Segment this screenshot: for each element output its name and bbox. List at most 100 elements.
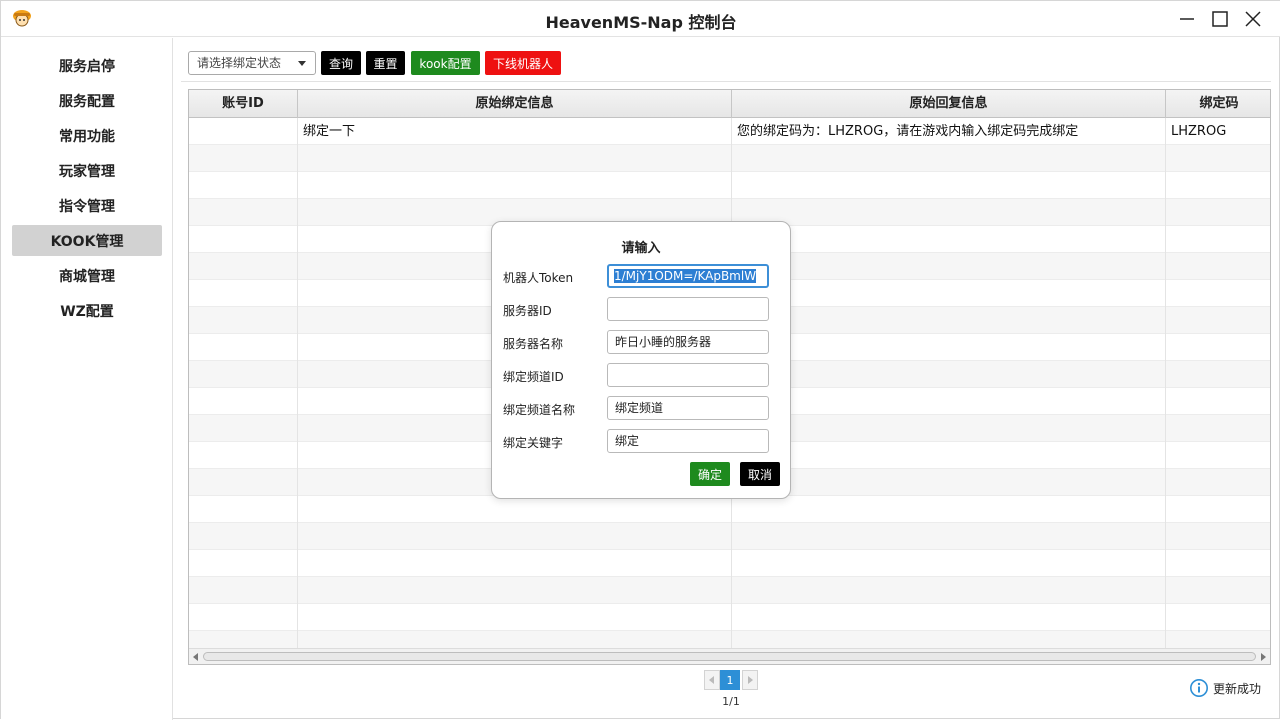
cell-reply-info: 您的绑定码为：LHZROG，请在游戏内输入绑定码完成绑定 — [732, 118, 1166, 145]
empty-table-row — [189, 172, 1270, 199]
empty-cell — [1166, 523, 1270, 550]
empty-cell — [298, 496, 732, 523]
empty-table-row — [189, 496, 1270, 523]
prev-page-button[interactable] — [704, 670, 720, 690]
horizontal-scrollbar[interactable] — [189, 648, 1270, 664]
sidebar-item-service-control[interactable]: 服务启停 — [12, 50, 162, 81]
empty-cell — [1166, 388, 1270, 415]
empty-cell — [189, 226, 298, 253]
info-icon — [1190, 679, 1208, 697]
sidebar: 服务启停 服务配置 常用功能 玩家管理 指令管理 KOOK管理 商城管理 WZ配… — [1, 38, 173, 720]
cancel-button[interactable]: 取消 — [740, 462, 780, 486]
chevron-down-icon — [298, 61, 306, 66]
empty-cell — [1166, 334, 1270, 361]
empty-cell — [1166, 469, 1270, 496]
chevron-right-icon — [748, 676, 753, 684]
empty-cell — [732, 550, 1166, 577]
minimize-icon[interactable] — [1173, 7, 1201, 31]
channel-name-label: 绑定频道名称 — [503, 403, 576, 417]
empty-cell — [732, 577, 1166, 604]
empty-cell — [732, 388, 1166, 415]
scroll-right-icon[interactable] — [1261, 653, 1266, 661]
token-value: 1/MjY1ODM=/KApBmlW — [614, 269, 757, 283]
channel-id-input[interactable] — [607, 363, 769, 387]
empty-cell — [732, 604, 1166, 631]
empty-cell — [189, 334, 298, 361]
page-1-button[interactable]: 1 — [720, 670, 740, 690]
sidebar-item-service-config[interactable]: 服务配置 — [12, 85, 162, 116]
server-name-input[interactable]: 昨日小睡的服务器 — [607, 330, 769, 354]
kook-config-button[interactable]: kook配置 — [411, 51, 480, 75]
empty-cell — [732, 334, 1166, 361]
input-dialog: 请输入 机器人Token 1/MjY1ODM=/KApBmlW 服务器ID 服务… — [491, 221, 791, 499]
empty-cell — [732, 496, 1166, 523]
empty-cell — [732, 253, 1166, 280]
empty-cell — [1166, 172, 1270, 199]
empty-cell — [732, 415, 1166, 442]
column-header-bind-code[interactable]: 绑定码 — [1166, 90, 1270, 118]
column-header-bind-info[interactable]: 原始绑定信息 — [298, 90, 732, 118]
bind-status-placeholder: 请选择绑定状态 — [197, 56, 282, 70]
sidebar-item-label: 服务配置 — [59, 93, 115, 110]
query-button[interactable]: 查询 — [321, 51, 361, 75]
status-message: 更新成功 — [1189, 678, 1261, 698]
empty-cell — [732, 523, 1166, 550]
close-icon[interactable] — [1239, 7, 1267, 31]
empty-cell — [298, 577, 732, 604]
server-id-label: 服务器ID — [503, 304, 552, 318]
empty-cell — [189, 388, 298, 415]
empty-cell — [1166, 145, 1270, 172]
scrollbar-thumb[interactable] — [203, 652, 1256, 661]
maximize-icon[interactable] — [1206, 7, 1234, 31]
empty-cell — [732, 307, 1166, 334]
token-input[interactable]: 1/MjY1ODM=/KApBmlW — [607, 264, 769, 288]
offline-bot-button[interactable]: 下线机器人 — [485, 51, 561, 75]
bind-status-select[interactable]: 请选择绑定状态 — [188, 51, 316, 75]
empty-cell — [189, 496, 298, 523]
next-page-button[interactable] — [742, 670, 758, 690]
empty-cell — [1166, 307, 1270, 334]
sidebar-item-label: 常用功能 — [59, 128, 115, 145]
empty-cell — [732, 442, 1166, 469]
table-header: 账号ID 原始绑定信息 原始回复信息 绑定码 — [189, 90, 1270, 118]
empty-table-row — [189, 523, 1270, 550]
empty-table-row — [189, 577, 1270, 604]
empty-cell — [189, 550, 298, 577]
empty-cell — [1166, 280, 1270, 307]
empty-cell — [1166, 577, 1270, 604]
title-bar: HeavenMS-Nap 控制台 — [1, 1, 1280, 37]
empty-cell — [189, 145, 298, 172]
ok-button[interactable]: 确定 — [690, 462, 730, 486]
sidebar-item-label: KOOK管理 — [50, 233, 124, 250]
server-id-input[interactable] — [607, 297, 769, 321]
sidebar-item-command-management[interactable]: 指令管理 — [12, 190, 162, 221]
empty-table-row — [189, 145, 1270, 172]
server-name-label: 服务器名称 — [503, 337, 564, 351]
empty-cell — [1166, 199, 1270, 226]
empty-cell — [732, 145, 1166, 172]
sidebar-item-common-functions[interactable]: 常用功能 — [12, 120, 162, 151]
empty-cell — [732, 469, 1166, 496]
scroll-left-icon[interactable] — [193, 653, 198, 661]
table-row[interactable]: 绑定一下 您的绑定码为：LHZROG，请在游戏内输入绑定码完成绑定 LHZROG — [189, 118, 1270, 145]
reset-button[interactable]: 重置 — [366, 51, 405, 75]
empty-cell — [1166, 361, 1270, 388]
keyword-input[interactable]: 绑定 — [607, 429, 769, 453]
sidebar-item-wz-config[interactable]: WZ配置 — [12, 295, 162, 326]
empty-cell — [1166, 253, 1270, 280]
toolbar-divider — [181, 81, 1271, 82]
empty-cell — [732, 226, 1166, 253]
empty-cell — [298, 145, 732, 172]
column-header-reply-info[interactable]: 原始回复信息 — [732, 90, 1166, 118]
empty-cell — [189, 469, 298, 496]
sidebar-item-shop-management[interactable]: 商城管理 — [12, 260, 162, 291]
empty-cell — [189, 307, 298, 334]
empty-cell — [189, 280, 298, 307]
status-text: 更新成功 — [1213, 681, 1262, 696]
column-header-account-id[interactable]: 账号ID — [189, 90, 298, 118]
sidebar-item-player-management[interactable]: 玩家管理 — [12, 155, 162, 186]
empty-cell — [189, 415, 298, 442]
channel-name-input[interactable]: 绑定频道 — [607, 396, 769, 420]
empty-cell — [189, 361, 298, 388]
sidebar-item-kook-management[interactable]: KOOK管理 — [12, 225, 162, 256]
